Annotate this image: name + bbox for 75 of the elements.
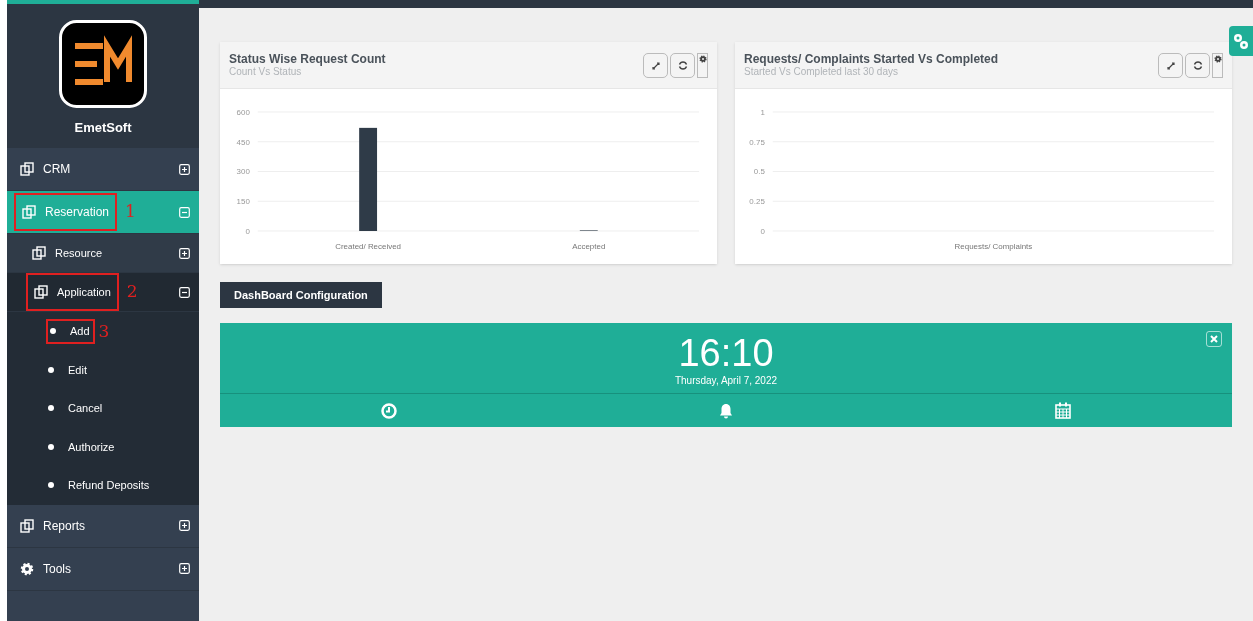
axis-category-label: Created/ Received — [335, 242, 401, 251]
brand-name: EmetSoft — [74, 119, 132, 137]
menu-label: Application — [57, 284, 111, 300]
expand-button[interactable] — [643, 53, 668, 78]
expand-icon[interactable] — [179, 563, 190, 574]
card-title: Requests/ Complaints Started Vs Completed — [744, 52, 999, 66]
dashboard-configuration-button[interactable]: DashBoard Configuration — [220, 282, 382, 309]
refresh-button[interactable] — [670, 53, 695, 78]
resize-icon — [651, 61, 660, 70]
expand-icon[interactable] — [179, 247, 190, 259]
close-button[interactable] — [1206, 331, 1222, 348]
copy-icon — [34, 285, 48, 299]
submenu-label: Edit — [68, 362, 87, 378]
axis-category-label: Requests/ Complaints — [954, 242, 1033, 251]
bullet-icon — [48, 366, 54, 373]
resize-icon — [1166, 61, 1175, 70]
copy-icon — [22, 205, 36, 219]
axis-tick-label: 600 — [236, 108, 250, 117]
expand-icon[interactable] — [179, 163, 190, 175]
axis-tick-label: 150 — [236, 197, 250, 207]
gears-icon — [1233, 32, 1249, 50]
copy-icon — [32, 246, 46, 260]
axis-tick-label: 1 — [760, 108, 765, 117]
submenu-label: Refund Deposits — [68, 478, 150, 493]
bullet-icon — [48, 405, 54, 412]
menu-label: Reports — [43, 517, 86, 535]
copy-icon — [20, 162, 34, 176]
copy-icon — [20, 518, 34, 533]
refresh-icon — [1192, 61, 1203, 70]
card-title: Status Wise Request Count — [229, 52, 386, 66]
menu-label: CRM — [43, 161, 71, 178]
axis-tick-label: 0.5 — [753, 167, 765, 177]
annotation-number: 2 — [126, 280, 138, 304]
axis-tick-label: 0.25 — [749, 197, 765, 207]
bullet-icon — [48, 482, 54, 489]
menu-label: Reservation — [45, 204, 110, 221]
axis-tick-label: 300 — [236, 167, 250, 177]
bullet-icon — [48, 443, 54, 450]
settings-icon — [698, 55, 707, 63]
bell-icon[interactable] — [718, 402, 734, 419]
gear-icon — [20, 561, 34, 576]
menu-item[interactable]: Resource — [7, 234, 199, 273]
menu-label: Resource — [55, 245, 103, 261]
axis-tick-label: 0 — [245, 227, 250, 236]
menu-label: Tools — [43, 560, 71, 578]
refresh-icon — [677, 61, 688, 70]
menu-item[interactable]: Application 2 — [7, 273, 199, 312]
submenu-item[interactable]: Authorize — [48, 438, 115, 455]
clock-date: Thursday, April 7, 2022 — [674, 374, 778, 389]
axis-tick-label: 0 — [760, 227, 765, 236]
expand-icon[interactable] — [179, 520, 190, 531]
settings-button[interactable] — [697, 53, 708, 78]
close-icon — [1210, 335, 1218, 344]
clock-icon[interactable] — [380, 402, 397, 419]
refresh-button[interactable] — [1185, 53, 1210, 78]
annotation-number: 3 — [98, 319, 110, 343]
clock-time: 16:10 — [678, 333, 774, 374]
calendar-icon[interactable] — [1055, 402, 1072, 420]
collapse-icon[interactable] — [179, 286, 190, 298]
submenu-label: Add — [70, 324, 90, 339]
settings-button[interactable] — [1212, 53, 1223, 78]
submenu-label: Authorize — [68, 439, 115, 455]
card-subtitle: Count Vs Status — [229, 66, 303, 78]
submenu-item[interactable]: Cancel — [48, 400, 103, 417]
submenu-item[interactable]: Add — [46, 318, 95, 344]
axis-tick-label: 450 — [236, 137, 250, 147]
card-subtitle: Started Vs Completed last 30 days — [744, 66, 899, 78]
settings-icon — [1213, 55, 1222, 63]
annotation-number: 1 — [125, 200, 136, 224]
submenu-item[interactable]: Edit — [48, 361, 87, 378]
bullet-icon — [50, 328, 56, 335]
axis-tick-label: 0.75 — [749, 137, 765, 147]
expand-button[interactable] — [1158, 53, 1183, 78]
submenu-label: Cancel — [68, 401, 103, 416]
axis-category-label: Accepted — [572, 242, 606, 251]
